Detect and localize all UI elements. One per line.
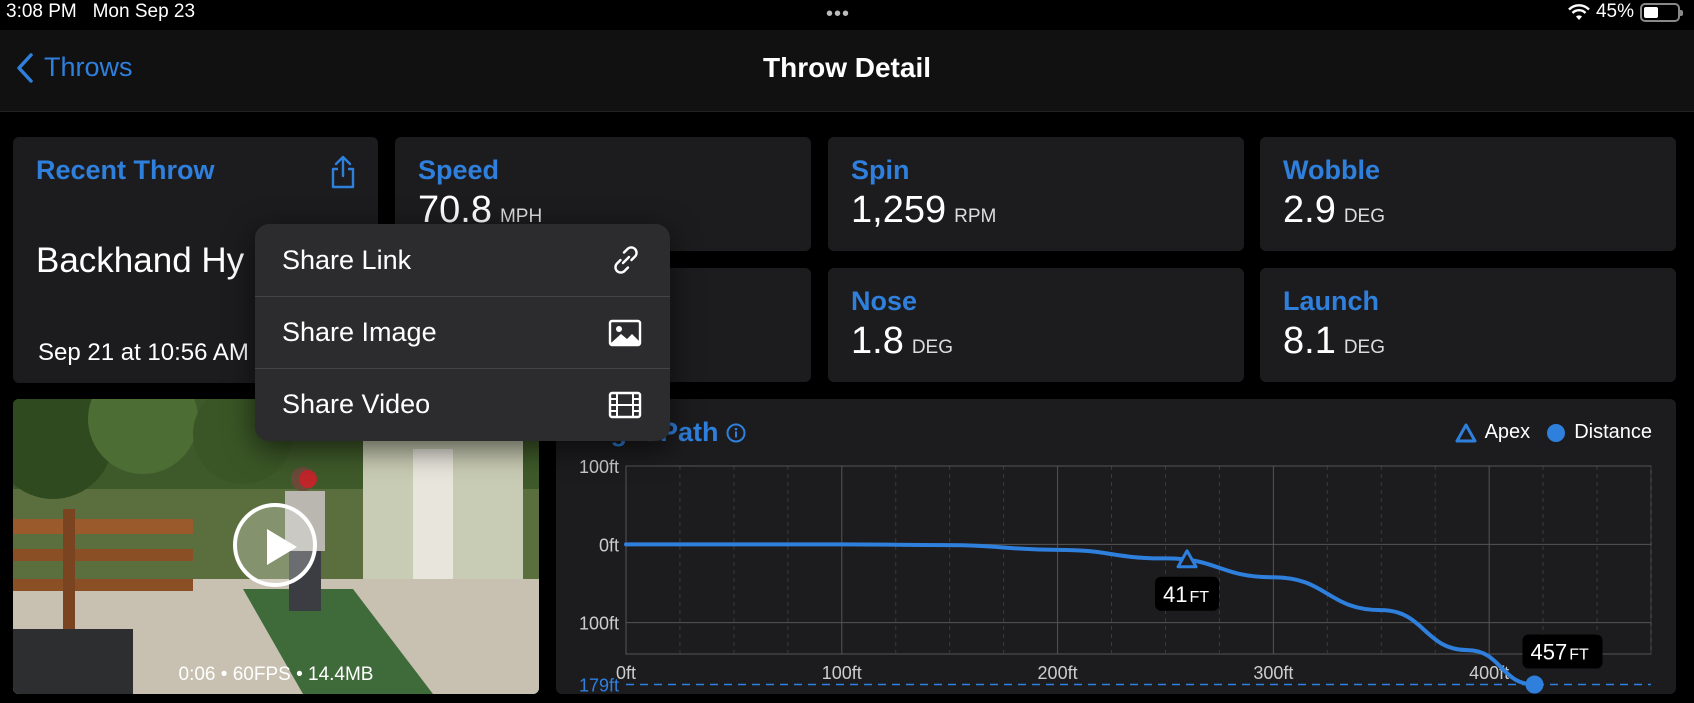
launch-label: Launch [1283, 286, 1380, 316]
launch-value: 8.1 [1283, 320, 1336, 362]
throw-name: Backhand Hy [36, 241, 245, 280]
throw-date: Sep 21 at 10:56 AM [38, 339, 249, 366]
battery-percent: 45% [1595, 1, 1634, 22]
flight-path-line [624, 542, 1537, 687]
nose-unit: DEG [911, 337, 954, 358]
battery-icon [1640, 2, 1683, 22]
navigation-bar: Throws Throw Detail [0, 30, 1694, 112]
photo-icon [608, 319, 642, 346]
recent-throw-title: Recent Throw [36, 155, 215, 185]
y-tick-label: 100ft [579, 457, 619, 477]
wobble-label: Wobble [1283, 155, 1380, 185]
share-menu: Share Link Share Image Share Video [255, 224, 670, 441]
x-tick-label: 300ft [1253, 663, 1293, 683]
link-icon [614, 246, 638, 274]
spin-value: 1,259 [851, 189, 947, 231]
launch-unit: DEG [1343, 337, 1386, 358]
film-icon [608, 391, 642, 418]
share-video-label: Share Video [282, 389, 431, 419]
x-tick-label: 200ft [1038, 663, 1078, 683]
share-video-item[interactable]: Share Video [255, 368, 670, 440]
x-tick-label: 400ft [1469, 663, 1509, 683]
share-icon[interactable] [330, 155, 356, 189]
launch-card: Launch 8.1 DEG [1260, 268, 1676, 382]
nose-card: Nose 1.8 DEG [828, 268, 1244, 382]
throw-video[interactable]: 0:06 • 60FPS • 14.4MB [13, 399, 539, 694]
video-meta: 0:06 • 60FPS • 14.4MB [178, 664, 374, 685]
wobble-card: Wobble 2.9 DEG [1260, 137, 1676, 251]
share-image-label: Share Image [282, 317, 437, 347]
distance-marker [1525, 675, 1544, 694]
nose-value: 1.8 [851, 320, 904, 362]
wobble-unit: DEG [1343, 206, 1386, 227]
spin-unit: RPM [954, 206, 997, 227]
spin-label: Spin [851, 155, 910, 185]
nose-label: Nose [851, 286, 918, 316]
multitasking-dots-icon[interactable]: ••• [826, 3, 850, 26]
flight-path-chart: 100ft0ft100ft0ft 100ft 200ft 300ft 400ft179f… [579, 457, 1652, 694]
flight-path-card: Flight Path Apex Distance 100ft0ft100ft0… [556, 399, 1676, 694]
spin-card: Spin 1,259 RPM [828, 137, 1244, 251]
share-image-item[interactable]: Share Image [255, 296, 670, 368]
wobble-value: 2.9 [1283, 189, 1336, 231]
play-button[interactable] [233, 503, 317, 587]
plot-frame [625, 465, 1652, 655]
wifi-icon [1568, 3, 1590, 20]
status-time: 3:08 PM Mon Sep 23 [6, 1, 196, 22]
x-tick-label: 100ft [822, 663, 862, 683]
share-link-label: Share Link [282, 244, 412, 275]
page-title: Throw Detail [762, 52, 931, 83]
status-right: 45% [1568, 1, 1683, 23]
y-tick-label: 0ft [599, 535, 619, 555]
min-line-label: 179ft [579, 676, 619, 694]
share-link-item[interactable]: Share Link [255, 224, 670, 296]
speed-label: Speed [418, 155, 500, 185]
y-tick-label: 100ft [579, 614, 619, 634]
status-bar: 3:08 PM Mon Sep 23 ••• 45% [0, 0, 1694, 26]
